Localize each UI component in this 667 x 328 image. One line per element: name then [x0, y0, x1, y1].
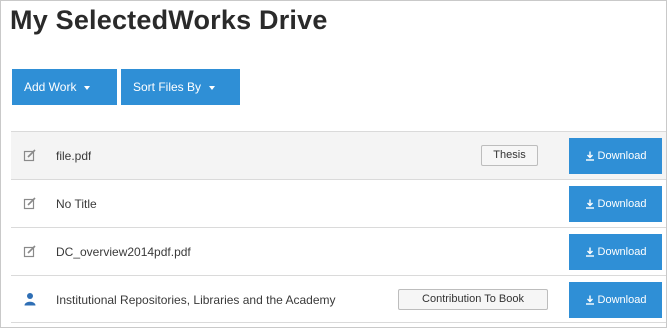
file-name[interactable]: DC_overview2014pdf.pdf: [56, 228, 191, 276]
file-row: Institutional Repositories, Libraries an…: [11, 275, 666, 323]
file-name[interactable]: Institutional Repositories, Libraries an…: [56, 276, 336, 324]
download-icon: [585, 151, 595, 161]
file-row: DC_overview2014pdf.pdf Download: [11, 227, 666, 275]
sort-files-button[interactable]: Sort Files By: [121, 69, 240, 105]
download-icon: [585, 199, 595, 209]
edit-icon[interactable]: [23, 244, 37, 258]
download-button[interactable]: Download: [569, 186, 662, 222]
download-button[interactable]: Download: [569, 138, 662, 174]
sort-files-label: Sort Files By: [133, 80, 202, 94]
download-button[interactable]: Download: [569, 234, 662, 270]
download-label: Download: [597, 198, 647, 210]
download-button[interactable]: Download: [569, 282, 662, 318]
toolbar: Add Work Sort Files By: [12, 69, 240, 105]
drive-panel: My SelectedWorks Drive Add Work Sort Fil…: [0, 0, 667, 328]
edit-icon[interactable]: [23, 196, 37, 210]
download-label: Download: [597, 294, 647, 306]
edit-icon[interactable]: [23, 148, 37, 162]
work-type-badge: Thesis: [481, 145, 538, 166]
file-name[interactable]: file.pdf: [56, 132, 91, 180]
user-icon: [23, 292, 37, 306]
file-list: file.pdf Thesis Download No Title Downlo…: [11, 131, 666, 323]
download-label: Download: [597, 246, 647, 258]
download-label: Download: [597, 150, 647, 162]
caret-down-icon: [209, 86, 216, 90]
download-icon: [585, 295, 595, 305]
add-work-label: Add Work: [24, 80, 77, 94]
work-type-badge: Contribution To Book: [398, 289, 548, 310]
add-work-button[interactable]: Add Work: [12, 69, 117, 105]
file-row: No Title Download: [11, 179, 666, 227]
page-title: My SelectedWorks Drive: [10, 5, 328, 35]
download-icon: [585, 247, 595, 257]
file-row: file.pdf Thesis Download: [11, 131, 666, 179]
caret-down-icon: [84, 86, 91, 90]
file-name[interactable]: No Title: [56, 180, 97, 228]
